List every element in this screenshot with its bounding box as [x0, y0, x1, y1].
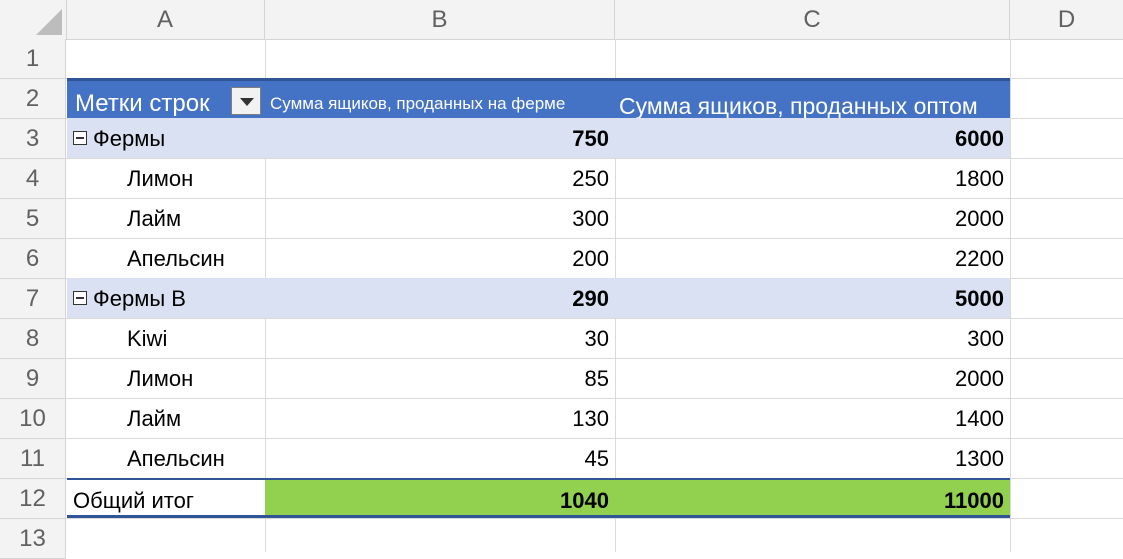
- item-value-farm[interactable]: 300: [265, 198, 615, 238]
- item-value-farm[interactable]: 45: [265, 438, 615, 478]
- grand-total-farm[interactable]: 1040: [265, 480, 615, 520]
- item-value-farm[interactable]: 30: [265, 318, 615, 358]
- group-row[interactable]: Фермы В 290 5000: [67, 278, 1010, 318]
- item-name[interactable]: Лайм: [67, 398, 265, 438]
- row-header-12[interactable]: 12: [0, 479, 66, 519]
- grand-total-row[interactable]: Общий итог 1040 11000: [67, 478, 1010, 518]
- item-name[interactable]: Апельсин: [67, 238, 265, 278]
- row-header-13[interactable]: 13: [0, 519, 66, 559]
- row-header-9[interactable]: 9: [0, 359, 66, 399]
- group-subtotal-farm[interactable]: 290: [265, 278, 615, 318]
- chevron-down-icon: [240, 98, 254, 106]
- row-header-6[interactable]: 6: [0, 239, 66, 279]
- item-value-wholesale[interactable]: 2200: [615, 238, 1010, 278]
- select-all-icon: [36, 9, 62, 35]
- group-subtotal-wholesale[interactable]: 6000: [615, 118, 1010, 158]
- row-header-1[interactable]: 1: [0, 39, 66, 79]
- item-value-wholesale[interactable]: 1400: [615, 398, 1010, 438]
- group-label-cell[interactable]: Фермы: [67, 118, 265, 158]
- row-header-2[interactable]: 2: [0, 79, 66, 119]
- item-row[interactable]: Лимон 85 2000: [67, 358, 1010, 398]
- row-header-7[interactable]: 7: [0, 279, 66, 319]
- item-row[interactable]: Апельсин 200 2200: [67, 238, 1010, 278]
- grand-total-wholesale[interactable]: 11000: [615, 480, 1010, 520]
- group-row[interactable]: Фермы 750 6000: [67, 118, 1010, 158]
- group-subtotal-farm[interactable]: 750: [265, 118, 615, 158]
- column-header-d[interactable]: D: [1010, 0, 1123, 39]
- item-name[interactable]: Лайм: [67, 198, 265, 238]
- column-header-c[interactable]: C: [615, 0, 1010, 39]
- spreadsheet-grid[interactable]: A B C D 1 2 3 4 5 6 7 8 9 10 11 12 13 Ме…: [0, 0, 1123, 559]
- item-name[interactable]: Лимон: [67, 358, 265, 398]
- row-header-10[interactable]: 10: [0, 399, 66, 439]
- item-value-wholesale[interactable]: 2000: [615, 198, 1010, 238]
- select-all-button[interactable]: [0, 0, 67, 39]
- column-header-b[interactable]: B: [265, 0, 615, 39]
- item-row[interactable]: Лимон 250 1800: [67, 158, 1010, 198]
- item-value-farm[interactable]: 85: [265, 358, 615, 398]
- item-value-farm[interactable]: 250: [265, 158, 615, 198]
- item-value-wholesale[interactable]: 300: [615, 318, 1010, 358]
- gridline: [1010, 39, 1011, 552]
- group-subtotal-wholesale[interactable]: 5000: [615, 278, 1010, 318]
- row-header-4[interactable]: 4: [0, 159, 66, 199]
- row-header-5[interactable]: 5: [0, 199, 66, 239]
- filter-dropdown-button[interactable]: [231, 87, 261, 115]
- item-row[interactable]: Лайм 130 1400: [67, 398, 1010, 438]
- item-name[interactable]: Kiwi: [67, 318, 265, 358]
- item-row[interactable]: Лайм 300 2000: [67, 198, 1010, 238]
- collapse-icon[interactable]: [73, 131, 87, 146]
- item-row[interactable]: Апельсин 45 1300: [67, 438, 1010, 478]
- item-value-wholesale[interactable]: 2000: [615, 358, 1010, 398]
- item-row[interactable]: Kiwi 30 300: [67, 318, 1010, 358]
- item-name[interactable]: Апельсин: [67, 438, 265, 478]
- column-header-a[interactable]: A: [66, 0, 265, 39]
- group-name: Фермы В: [93, 286, 186, 311]
- item-value-farm[interactable]: 200: [265, 238, 615, 278]
- group-name: Фермы: [93, 126, 166, 151]
- row-header-8[interactable]: 8: [0, 319, 66, 359]
- row-header-11[interactable]: 11: [0, 439, 66, 479]
- item-value-farm[interactable]: 130: [265, 398, 615, 438]
- item-name[interactable]: Лимон: [67, 158, 265, 198]
- item-value-wholesale[interactable]: 1800: [615, 158, 1010, 198]
- collapse-icon[interactable]: [73, 291, 87, 306]
- row-header-3[interactable]: 3: [0, 119, 66, 159]
- grand-total-label[interactable]: Общий итог: [67, 480, 265, 520]
- item-value-wholesale[interactable]: 1300: [615, 438, 1010, 478]
- group-label-cell[interactable]: Фермы В: [67, 278, 265, 318]
- pivot-header-row: Метки строк Сумма ящиков, проданных на ф…: [67, 78, 1010, 119]
